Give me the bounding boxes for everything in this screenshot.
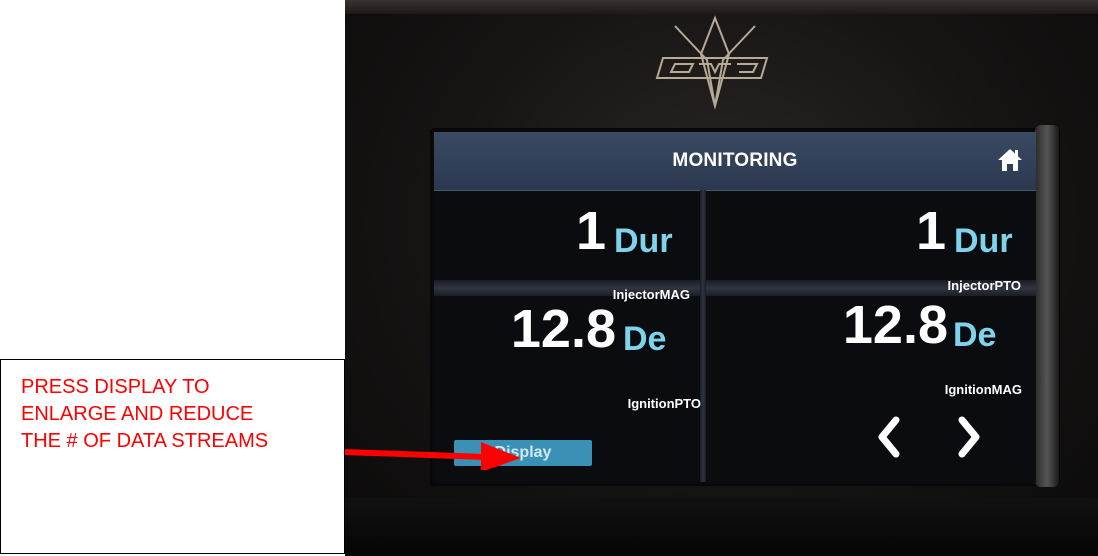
annotation-line: THE # OF DATA STREAMS [21,430,269,452]
cell-value: 1 [915,201,946,261]
annotation-callout: PRESS DISPLAY TO ENLARGE AND REDUCE THE … [0,359,345,554]
chevron-left-icon[interactable] [874,416,904,458]
cell-label: IgnitionMAG [944,382,1022,397]
cell-unit: Dur [614,222,673,260]
cell-unit: De [953,316,997,354]
home-icon[interactable] [996,146,1024,174]
screen-title: MONITORING [672,150,798,171]
device-bottom-bezel [345,498,1098,556]
cell-label: IgnitionPTO [627,396,701,411]
data-cell-ignition-pto[interactable]: 12.8 De IgnitionPTO [434,296,701,411]
grid-divider-horizontal [434,280,1036,296]
evp-logo-icon [645,14,785,110]
data-cell-injector-mag[interactable]: 1 Dur InjectorMAG [434,190,700,302]
data-cell-injector-pto[interactable]: 1 Dur InjectorPTO [706,190,1036,293]
cell-value: 12.8 [510,299,616,359]
cell-value: 1 [575,201,606,261]
annotation-arrow-icon [344,430,525,472]
screen-edge [1035,125,1059,487]
device-panel: MONITORING 1 Dur InjectorMAG 1 Dur Injec… [345,0,1098,556]
device-top-bezel [345,0,1098,14]
cell-unit: Dur [954,222,1013,260]
annotation-line: PRESS DISPLAY TO [21,376,210,398]
cell-unit: De [623,320,667,358]
annotation-line: ENLARGE AND REDUCE [21,403,254,425]
title-bar: MONITORING [434,132,1036,191]
cell-label: InjectorPTO [947,278,1021,293]
chevron-right-icon[interactable] [954,416,984,458]
data-cell-ignition-mag[interactable]: 12.8 De IgnitionMAG [706,295,1036,397]
cell-value: 12.8 [842,295,948,355]
annotation-text: PRESS DISPLAY TO ENLARGE AND REDUCE THE … [21,374,268,455]
